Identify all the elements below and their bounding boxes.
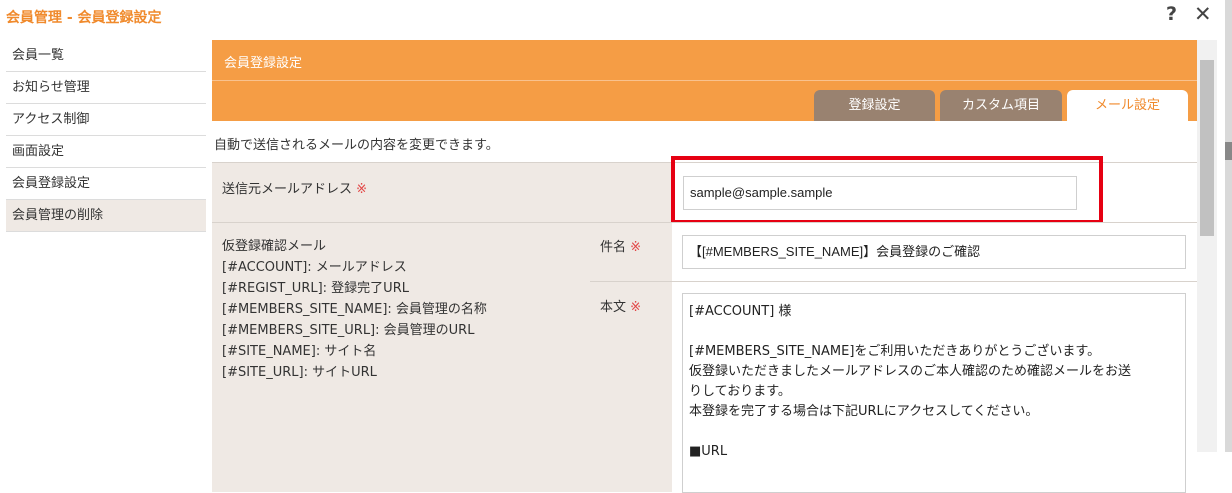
body-label-cell: 本文 ※	[590, 281, 672, 492]
sidebar-item-notices[interactable]: お知らせ管理	[6, 72, 206, 104]
required-mark: ※	[630, 240, 642, 255]
body-line: 本登録を完了する場合は下記URLにアクセスしてください。	[689, 404, 1039, 419]
page-description: 自動で送信されるメールの内容を変更できます。	[214, 138, 499, 153]
panel-title: 会員登録設定	[224, 56, 303, 71]
sidebar-item-access-control[interactable]: アクセス制御	[6, 104, 206, 136]
scrollbar[interactable]	[1197, 40, 1217, 452]
subject-label-text: 件名	[600, 240, 627, 255]
required-mark: ※	[356, 182, 368, 197]
sidebar-item-registration-settings[interactable]: 会員登録設定	[6, 168, 206, 200]
placeholder-members-site-url: [#MEMBERS_SITE_URL]: 会員管理のURL	[222, 323, 475, 338]
tab-registration-settings[interactable]: 登録設定	[814, 90, 935, 121]
sender-label-cell: 送信元メールアドレス ※	[212, 162, 672, 222]
body-line: ■URL	[689, 444, 728, 459]
body-line: [#ACCOUNT] 様	[689, 304, 792, 319]
subject-label: 件名 ※	[600, 236, 641, 255]
placeholder-site-name: [#SITE_NAME]: サイト名	[222, 344, 377, 359]
required-mark: ※	[630, 300, 642, 315]
confirm-mail-title: 仮登録確認メール	[222, 239, 327, 254]
body-line: 仮登録いただきましたメールアドレスのご本人確認のため確認メールをお送	[689, 364, 1132, 379]
placeholder-site-url: [#SITE_URL]: サイトURL	[222, 365, 377, 380]
tab-custom-fields[interactable]: カスタム項目	[940, 90, 1062, 121]
help-icon[interactable]: ?	[1166, 3, 1177, 25]
sidebar: 会員一覧 お知らせ管理 アクセス制御 画面設定 会員登録設定 会員管理の削除	[6, 40, 206, 232]
sender-label-text: 送信元メールアドレス	[222, 182, 353, 197]
body-line	[689, 422, 1179, 442]
edge-marker	[1225, 142, 1232, 160]
main-panel: 会員登録設定 登録設定 カスタム項目 メール設定 自動で送信されるメールの内容を…	[212, 40, 1197, 493]
scrollbar-thumb[interactable]	[1200, 60, 1214, 236]
body-line: りしております。	[689, 384, 791, 399]
panel-header: 会員登録設定	[212, 40, 1197, 81]
window-edge	[1225, 0, 1232, 452]
sidebar-item-screen-settings[interactable]: 画面設定	[6, 136, 206, 168]
sidebar-item-delete-member-management[interactable]: 会員管理の削除	[6, 200, 206, 232]
tab-bar: 登録設定 カスタム項目 メール設定	[212, 81, 1197, 121]
sender-label: 送信元メールアドレス ※	[222, 178, 367, 197]
highlight-box	[671, 156, 1103, 224]
placeholder-members-site-name: [#MEMBERS_SITE_NAME]: 会員管理の名称	[222, 302, 487, 317]
body-textarea[interactable]: [#ACCOUNT] 様 [#MEMBERS_SITE_NAME]をご利用いただ…	[682, 293, 1186, 493]
body-line	[689, 322, 1179, 342]
window-title: 会員管理 - 会員登録設定	[6, 10, 162, 26]
placeholder-account: [#ACCOUNT]: メールアドレス	[222, 260, 407, 275]
body-label-text: 本文	[600, 300, 627, 315]
body-line: [#MEMBERS_SITE_NAME]をご利用いただきありがとうございます。	[689, 344, 1101, 359]
close-icon[interactable]: ✕	[1194, 2, 1212, 26]
tab-mail-settings[interactable]: メール設定	[1067, 90, 1188, 121]
sidebar-item-member-list[interactable]: 会員一覧	[6, 40, 206, 72]
title-bar: 会員管理 - 会員登録設定 ? ✕	[0, 0, 1232, 32]
subject-input[interactable]: 【[#MEMBERS_SITE_NAME]】会員登録のご確認	[682, 235, 1186, 269]
subject-label-cell: 件名 ※	[590, 222, 672, 281]
confirm-mail-label: 仮登録確認メール [#ACCOUNT]: メールアドレス [#REGIST_UR…	[222, 236, 487, 383]
placeholder-regist-url: [#REGIST_URL]: 登録完了URL	[222, 281, 409, 296]
body-label: 本文 ※	[600, 296, 641, 315]
